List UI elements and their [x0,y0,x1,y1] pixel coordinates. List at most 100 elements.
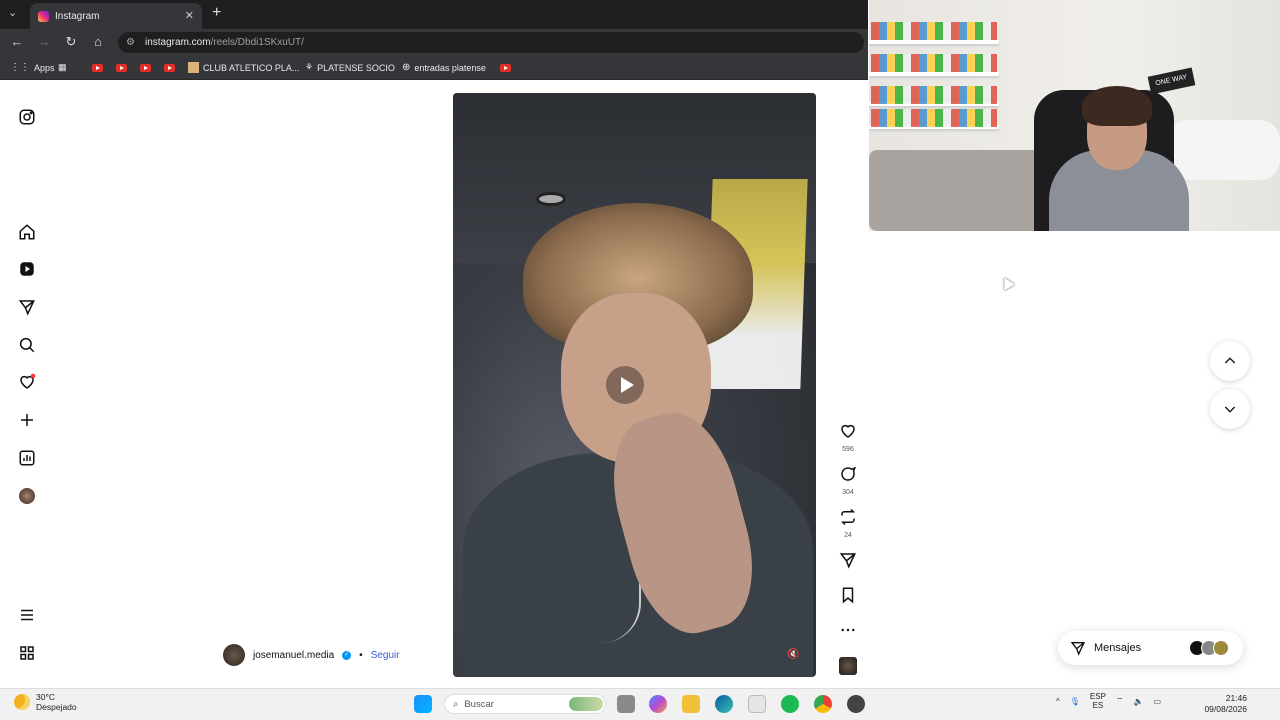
microphone-icon[interactable]: 🎙 [1070,697,1080,706]
file-explorer-icon[interactable] [682,695,700,713]
menu-icon[interactable] [17,605,37,625]
home-icon[interactable] [17,222,37,242]
bookmark-platense-socio[interactable]: ⚘ PLATENSE SOCIO [305,56,395,79]
messages-label: Mensajes [1094,642,1142,654]
send-icon [1070,642,1086,656]
chevron-up-icon [1224,357,1236,364]
forward-icon[interactable]: → [36,34,52,50]
youtube-icon [92,63,103,72]
next-reel-button[interactable] [1210,389,1250,429]
weather-text: Despejado [36,702,77,712]
clock[interactable]: 21:46 09/08/2026 [1197,693,1247,715]
heart-icon [841,424,855,438]
messages-button[interactable]: Mensajes [1058,631,1243,665]
chrome-icon[interactable] [814,695,832,713]
comment-count: 304 [842,489,854,496]
youtube-icon [116,63,127,72]
lang-top: ESP [1089,692,1106,701]
tab-search-icon[interactable]: ⌄ [8,6,17,19]
bookmark-youtube-2[interactable] [116,56,127,79]
shield-icon: ⚘ [305,62,314,72]
like-action[interactable]: 596 [836,422,860,453]
send-icon[interactable] [17,297,37,317]
youtube-icon [140,63,151,72]
more-action[interactable] [836,621,860,644]
profile-avatar[interactable] [17,486,37,506]
repost-action[interactable]: 24 [836,508,860,539]
time: 21:46 [1225,693,1247,703]
lang-bottom: ES [1092,701,1104,710]
previous-reel-button[interactable] [1210,341,1250,381]
reload-icon[interactable]: ↻ [63,34,79,50]
like-count: 596 [842,446,854,453]
site-info-icon[interactable]: ⚙ [126,32,135,53]
dashboard-icon[interactable] [17,448,37,468]
save-action[interactable] [836,586,860,609]
plus-icon[interactable] [17,410,37,430]
battery-icon[interactable]: ▭ [1153,697,1161,706]
play-button[interactable] [606,366,644,404]
webcam-overlay: ONE WAY [869,0,1280,231]
folder-icon [188,62,199,73]
youtube-icon [500,63,511,72]
bookmark-youtube-4[interactable] [164,56,175,79]
bookmark-entradas-platense[interactable]: ⊕ entradas platense [402,56,486,79]
new-tab-button[interactable]: + [212,4,221,22]
edge-icon[interactable] [715,695,733,713]
verified-badge-icon: ✓ [342,650,352,660]
windows-start-icon[interactable] [414,695,432,713]
taskbar-search[interactable]: ⌕ Buscar [444,694,606,714]
browser-tab[interactable]: Instagram ✕ [30,3,202,29]
app-icon[interactable] [847,695,865,713]
tab-title: Instagram [55,10,100,22]
bookmark-apps[interactable]: ⋮⋮ Apps [10,56,55,79]
repost-icon [840,508,856,526]
apps-grid-icon: ⋮⋮ [10,62,30,73]
heart-icon[interactable] [17,372,37,392]
weather-widget[interactable]: 30°C Despejado [14,692,77,712]
bookmark-label: entradas platense [414,62,486,73]
instagram-logo-icon[interactable] [17,107,37,127]
comment-icon [841,466,857,481]
spotify-icon[interactable] [781,695,799,713]
send-icon [839,553,856,569]
address-bar[interactable]: ⚙ instagram.com/reels/Dbdi1SKxuUT/ [118,32,864,53]
date: 09/08/2026 [1204,704,1247,714]
volume-icon[interactable]: 🔈 [1133,697,1143,706]
owner-avatar[interactable] [223,644,245,666]
copilot-icon[interactable] [649,695,667,713]
instagram-favicon-icon [38,10,49,22]
follow-button[interactable]: Seguir [371,650,400,661]
bookmark-label: CLUB ATLETICO PLA... [203,62,300,73]
apps-grid-icon[interactable] [17,643,37,663]
system-tray: ^ 🎙 ESP ES ⌔ 🔈 ▭ [1056,692,1161,710]
wifi-icon[interactable]: ⌔ [1116,696,1124,706]
back-icon[interactable]: ← [9,34,25,50]
language-indicator[interactable]: ESP ES [1090,692,1106,710]
owner-username[interactable]: josemanuel.media [253,650,334,661]
bookmark-youtube-1[interactable] [92,56,103,79]
bookmark-grid[interactable]: ▦ [58,56,67,79]
mute-icon[interactable]: 🔇 [787,649,799,660]
search-highlight-icon [569,697,603,711]
audio-thumbnail[interactable] [839,657,857,675]
bookmark-youtube-3[interactable] [140,56,151,79]
message-avatars [1189,640,1229,656]
reels-icon[interactable] [17,259,37,279]
chevron-up-icon[interactable]: ^ [1056,697,1060,706]
bookmark-label: Apps [34,62,55,73]
bookmark-youtube-5[interactable] [500,56,511,79]
chevron-down-icon [1224,406,1236,413]
temperature: 30°C [36,692,55,702]
moon-icon [14,694,30,710]
share-action[interactable] [836,551,860,574]
bookmark-label: PLATENSE SOCIO [317,62,395,73]
store-icon[interactable] [748,695,766,713]
task-view-icon[interactable] [617,695,635,713]
search-icon[interactable] [17,335,37,355]
close-tab-icon[interactable]: ✕ [185,9,194,22]
bookmark-club-atletico[interactable]: CLUB ATLETICO PLA... [188,56,299,79]
comment-action[interactable]: 304 [836,465,860,496]
home-button-icon[interactable]: ⌂ [90,34,106,50]
reel-owner: josemanuel.media ✓ • Seguir [223,644,400,666]
